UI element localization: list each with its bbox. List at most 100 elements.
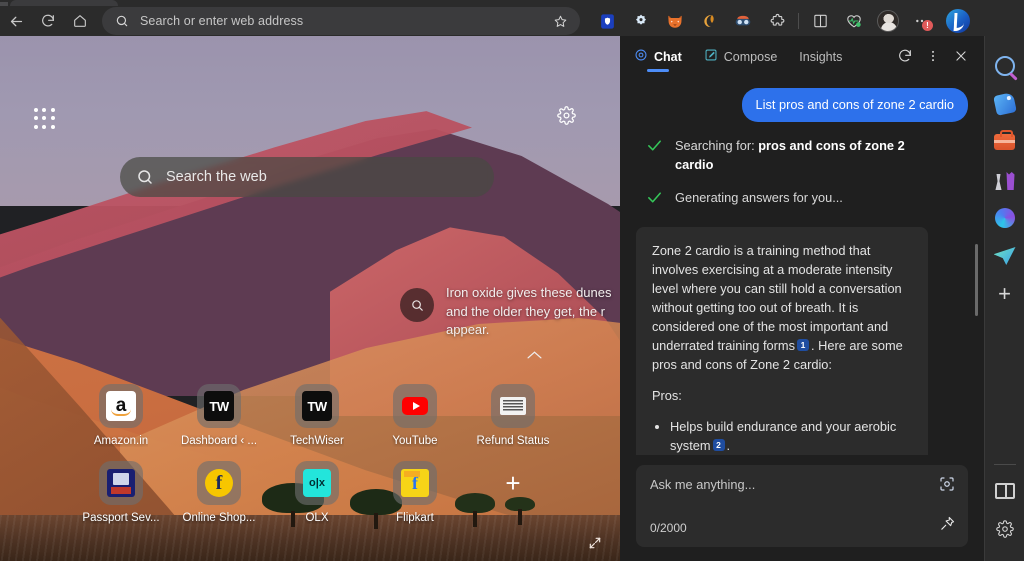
youtube-favicon: [402, 397, 428, 415]
address-placeholder: Search or enter web address: [140, 14, 304, 28]
close-icon[interactable]: [948, 43, 974, 69]
tab-chat[interactable]: Chat: [634, 36, 682, 76]
split-screen-icon[interactable]: [989, 475, 1021, 507]
new-topic-button[interactable]: [892, 43, 918, 69]
shortcut-grid: a Amazon.in TW Dashboard ‹ ... TW TechWi…: [72, 384, 572, 524]
shortcut-amazon[interactable]: a Amazon.in: [72, 384, 170, 447]
background-caption: Iron oxide gives these dunes and the old…: [446, 285, 612, 337]
shortcut-label: YouTube: [392, 435, 438, 447]
shortcut-dashboard[interactable]: TW Dashboard ‹ ...: [170, 384, 268, 447]
add-shortcut-button[interactable]: +: [464, 461, 562, 505]
techwiser-favicon: TW: [302, 391, 332, 421]
citation-badge[interactable]: 1: [796, 339, 809, 351]
tab-insights-label: Insights: [799, 50, 843, 64]
visual-search-icon[interactable]: [938, 475, 956, 498]
shortcut-tile: f: [393, 461, 437, 505]
shortcut-label: Passport Sev...: [82, 512, 160, 524]
shield-extension-icon[interactable]: [590, 7, 624, 35]
pros-heading: Pros:: [652, 388, 682, 403]
shortcut-tile: f: [197, 461, 241, 505]
shortcut-flipkart[interactable]: f Flipkart: [366, 461, 464, 524]
copilot-button[interactable]: [939, 6, 977, 36]
copilot-panel: Chat Compose Insights List pros and cons…: [620, 36, 984, 561]
address-bar[interactable]: Search or enter web address: [102, 7, 580, 35]
home-button[interactable]: [64, 7, 96, 35]
image-info-icon[interactable]: [400, 288, 434, 322]
shortcut-tile: [393, 384, 437, 428]
shortcut-tile: [99, 461, 143, 505]
facebook-favicon: f: [205, 469, 233, 497]
citation-badge[interactable]: 2: [712, 439, 725, 451]
page-settings-button[interactable]: [557, 106, 576, 130]
tools-briefcase-icon[interactable]: [989, 126, 1021, 158]
web-search-placeholder: Search the web: [166, 169, 267, 185]
shortcut-passport[interactable]: Passport Sev...: [72, 461, 170, 524]
tab-chat-label: Chat: [654, 50, 682, 64]
browser-essentials-icon[interactable]: [837, 7, 871, 35]
pros-list: Helps build endurance and your aerobic s…: [670, 417, 912, 455]
tab-compose-label: Compose: [723, 50, 778, 64]
browser-window: Search or enter web address ! Search the…: [0, 0, 1024, 561]
address-search-icon: [112, 11, 132, 31]
shortcut-tile: TW: [197, 384, 241, 428]
tab-insights[interactable]: Insights: [799, 36, 842, 76]
bing-search-icon[interactable]: [989, 50, 1021, 82]
outlook-plane-icon[interactable]: [989, 240, 1021, 272]
passport-favicon: [107, 469, 135, 497]
olx-favicon: o|x: [303, 469, 331, 497]
moon-extension-icon[interactable]: [692, 7, 726, 35]
goggles-extension-icon[interactable]: [726, 7, 760, 35]
refresh-button[interactable]: [32, 7, 64, 35]
shortcut-refund-status[interactable]: Refund Status: [464, 384, 562, 447]
status-searching: Searching for: pros and cons of zone 2 c…: [636, 136, 968, 174]
character-counter: 0/2000: [650, 521, 687, 535]
shortcut-label: OLX: [305, 512, 329, 524]
profile-button[interactable]: [871, 6, 905, 36]
shortcut-techwiser[interactable]: TW TechWiser: [268, 384, 366, 447]
shortcut-online-shopping[interactable]: f Online Shop...: [170, 461, 268, 524]
expand-background-icon[interactable]: [588, 536, 602, 555]
extensions-area: !: [590, 6, 977, 36]
web-search-input[interactable]: Search the web: [120, 157, 494, 197]
new-tab-page: Search the web Iron oxide gives these du…: [0, 36, 620, 561]
more-options-button[interactable]: [920, 43, 946, 69]
conversation-scrollbar[interactable]: [975, 244, 978, 316]
pin-icon[interactable]: [939, 515, 956, 537]
status-text: Generating answers for you...: [675, 190, 843, 205]
compose-box[interactable]: Ask me anything... 0/2000: [636, 465, 968, 547]
gear-icon[interactable]: [989, 513, 1021, 545]
collections-icon[interactable]: [803, 7, 837, 35]
favorite-star-icon[interactable]: [550, 11, 570, 31]
back-button[interactable]: [0, 7, 32, 35]
shortcut-olx[interactable]: o|x OLX: [268, 461, 366, 524]
shopping-tag-icon[interactable]: [989, 88, 1021, 120]
settings-alert-badge: !: [922, 20, 933, 31]
caption-collapse-icon[interactable]: [526, 348, 543, 366]
list-item: Helps build endurance and your aerobic s…: [670, 417, 912, 455]
shortcut-label: Amazon.in: [93, 435, 149, 447]
check-icon: [646, 137, 663, 159]
puzzle-extension-icon[interactable]: [624, 7, 658, 35]
compose-placeholder: Ask me anything...: [650, 477, 756, 492]
status-text: Searching for: pros and cons of zone 2 c…: [675, 138, 905, 172]
avatar: [877, 10, 899, 32]
search-icon: [136, 168, 154, 186]
copilot-header: Chat Compose Insights: [620, 36, 984, 76]
shortcut-label: Dashboard ‹ ...: [180, 435, 258, 447]
shortcut-youtube[interactable]: YouTube: [366, 384, 464, 447]
games-chess-icon[interactable]: [989, 164, 1021, 196]
puzzle-outline-icon[interactable]: [760, 7, 794, 35]
edge-drop-icon[interactable]: [989, 202, 1021, 234]
add-sidebar-app-button[interactable]: +: [989, 278, 1021, 310]
techwiser-favicon: TW: [204, 391, 234, 421]
user-message-row: List pros and cons of zone 2 cardio: [636, 88, 968, 122]
copilot-conversation[interactable]: List pros and cons of zone 2 cardio Sear…: [620, 76, 984, 455]
shortcut-label: Online Shop...: [182, 512, 256, 524]
amazon-favicon: a: [106, 391, 136, 421]
app-launcher-button[interactable]: [32, 106, 58, 132]
tab-compose[interactable]: Compose: [704, 36, 778, 76]
fox-extension-icon[interactable]: [658, 7, 692, 35]
bing-logo-icon: [946, 9, 970, 33]
shortcut-label: Flipkart: [396, 512, 434, 524]
settings-and-more-button[interactable]: !: [905, 6, 939, 36]
